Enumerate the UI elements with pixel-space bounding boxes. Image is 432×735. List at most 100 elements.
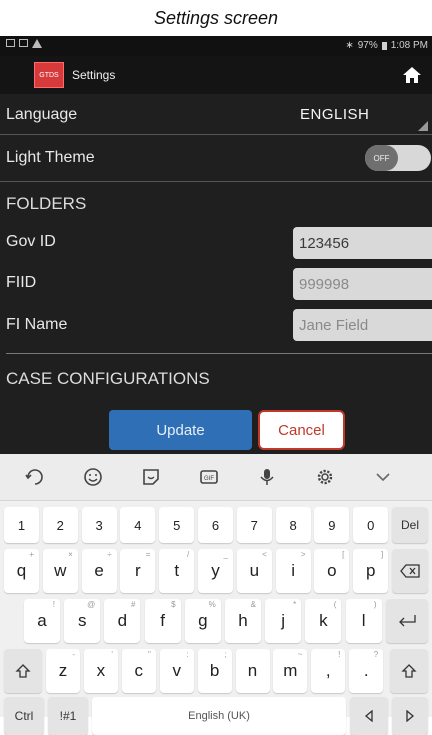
key-hint: @ [87,600,96,609]
emoji-icon[interactable] [82,466,104,488]
letter-key[interactable]: e ÷ [81,549,117,593]
update-button[interactable]: Update [109,410,252,450]
bluetooth-icon: ∗ [345,40,354,51]
letter-key[interactable]: .? [349,649,384,693]
letter-key[interactable]: b; [197,649,232,693]
key-label: d [117,611,128,630]
ctrl-key[interactable]: Ctrl [4,697,44,735]
key-label: 4 [134,517,142,533]
letter-key[interactable]: w × [42,549,78,593]
light-theme-row: Light Theme OFF [0,135,432,182]
key-label: 2 [56,517,64,533]
gif-icon[interactable]: GIF [198,466,220,488]
key-hint: $ [171,600,176,609]
number-key[interactable]: 9 [314,507,350,543]
number-key[interactable]: 2 [42,507,78,543]
key-label: w [54,561,67,580]
number-key[interactable]: 8 [275,507,311,543]
letter-key[interactable]: h & [225,599,261,643]
space-key[interactable]: English (UK) [92,697,346,735]
letter-key[interactable]: u < [236,549,272,593]
letter-key[interactable]: l) [345,599,382,643]
clock: 1:08 PM [390,40,428,51]
key-label: k [319,611,328,630]
letter-key[interactable]: p] [353,549,389,593]
key-label: s [77,611,87,630]
gov-id-label: Gov ID [6,233,56,250]
gear-icon[interactable] [314,466,336,488]
light-theme-label: Light Theme [6,149,95,166]
key-hint: ' [111,650,113,659]
language-select[interactable]: ENGLISH [300,106,369,123]
app-title: Settings [72,68,116,82]
letter-key[interactable]: o[ [314,549,350,593]
del-key[interactable]: Del [392,507,428,543]
key-label: t [174,561,180,580]
letter-key[interactable]: q + [4,549,39,593]
letter-key[interactable]: ,! [311,649,346,693]
number-key[interactable]: 6 [198,507,233,543]
fiid-input[interactable] [293,268,432,300]
letter-key[interactable]: g% [184,599,221,643]
letter-key[interactable]: r = [120,549,156,593]
letter-key[interactable]: c " [121,649,156,693]
enter-key[interactable] [386,599,428,643]
light-theme-toggle[interactable]: OFF [365,145,431,171]
key-hint: # [130,600,136,609]
letter-key[interactable]: v: [159,649,194,693]
warning-notification-icon [32,39,42,48]
number-key[interactable]: 0 [353,507,389,543]
fi-name-input[interactable] [293,309,432,341]
letter-key[interactable]: k( [305,599,342,643]
backspace-key[interactable] [392,549,428,593]
backspace-icon [400,564,420,578]
key-label: 9 [328,517,336,533]
key-hint: * [293,600,297,609]
key-hint: & [250,600,256,609]
language-label: Language [6,106,78,123]
letter-key[interactable]: a! [24,599,60,643]
toggle-knob: OFF [365,145,398,171]
key-label: n [247,661,258,680]
letter-key[interactable]: f $ [144,599,181,643]
key-hint: / [186,550,190,559]
key-label: , [325,661,331,680]
home-icon[interactable] [402,65,422,85]
cancel-button[interactable]: Cancel [258,410,345,450]
cursor-left-key[interactable] [350,697,388,735]
rotate-icon[interactable] [24,466,46,488]
number-key[interactable]: 5 [159,507,195,543]
key-hint: ) [373,600,377,609]
key-label: e [94,561,104,580]
letter-key[interactable]: s @ [64,599,101,643]
app-logo: GTDS [34,62,64,88]
number-key[interactable]: 4 [120,507,156,543]
shift-key-left[interactable] [4,649,42,693]
language-row[interactable]: Language ENGLISH [0,94,432,135]
letter-key[interactable]: z- [46,649,80,693]
key-hint: ! [52,600,55,609]
letter-key[interactable]: d # [104,599,141,643]
key-label: r [135,561,141,580]
letter-key[interactable]: i > [275,549,311,593]
symbols-key[interactable]: !#1 [48,697,88,735]
letter-key[interactable]: t / [159,549,195,593]
cursor-right-key[interactable] [392,697,428,735]
letter-key[interactable]: j * [265,599,302,643]
letter-key[interactable]: x ' [83,649,118,693]
microphone-icon[interactable] [256,466,278,488]
shift-key-right[interactable] [390,649,428,693]
gov-id-input[interactable] [293,227,432,259]
letter-key[interactable]: m ~ [273,649,308,693]
number-key[interactable]: 3 [81,507,117,543]
chevron-down-icon[interactable] [372,466,394,488]
sticker-icon[interactable] [140,466,162,488]
key-hint: ] [380,550,384,559]
key-label: z [58,661,68,680]
letter-key[interactable]: y _ [198,549,233,593]
number-key[interactable]: 1 [4,507,39,543]
key-hint: ? [373,650,379,659]
number-key[interactable]: 7 [236,507,272,543]
letter-key[interactable]: n [235,649,270,693]
section-divider [6,353,432,354]
